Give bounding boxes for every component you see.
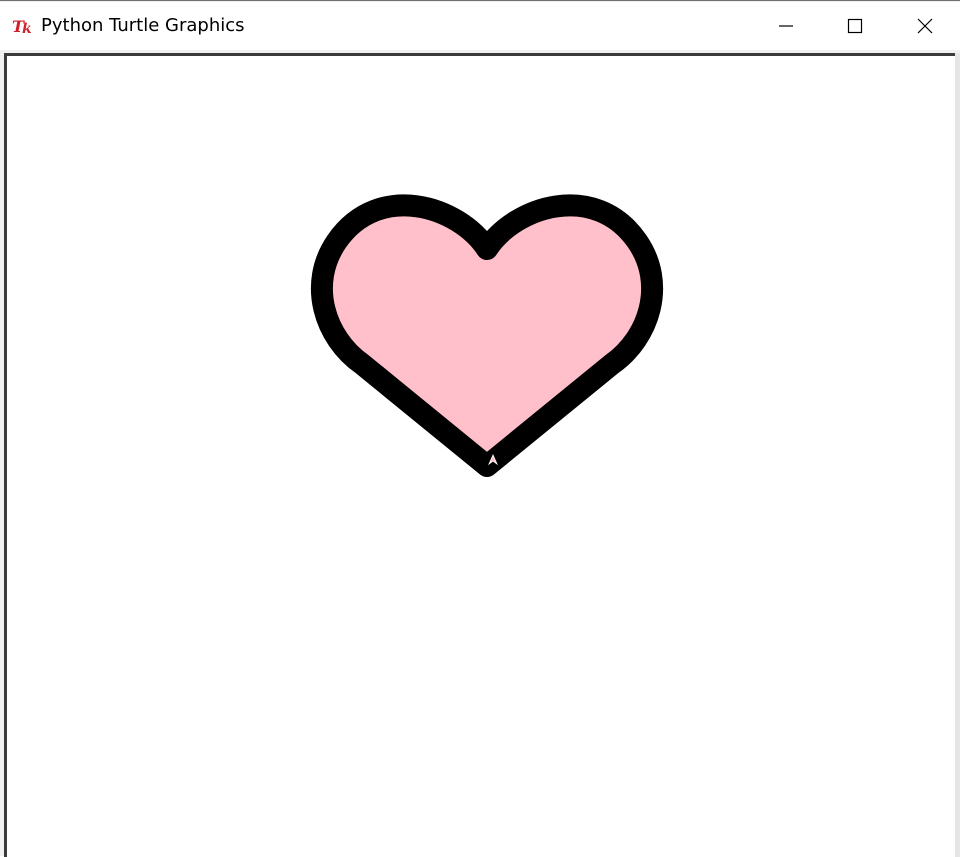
turtle-canvas[interactable] [4,53,955,857]
svg-text:k: k [22,21,32,36]
tk-feather-icon: T k [12,17,32,36]
window-right-edge [955,53,960,857]
canvas-drawing [311,194,663,477]
title-bar[interactable]: T k Python Turtle Graphics [0,2,960,50]
maximize-icon [847,18,863,34]
minimize-icon [779,25,793,27]
heart-shape [311,194,663,477]
app-window: T k Python Turtle Graphics [0,0,960,857]
window-title: Python Turtle Graphics [41,15,245,36]
close-button[interactable] [890,2,960,50]
minimize-button[interactable] [751,2,821,50]
close-icon [917,18,933,34]
maximize-button[interactable] [820,2,890,50]
